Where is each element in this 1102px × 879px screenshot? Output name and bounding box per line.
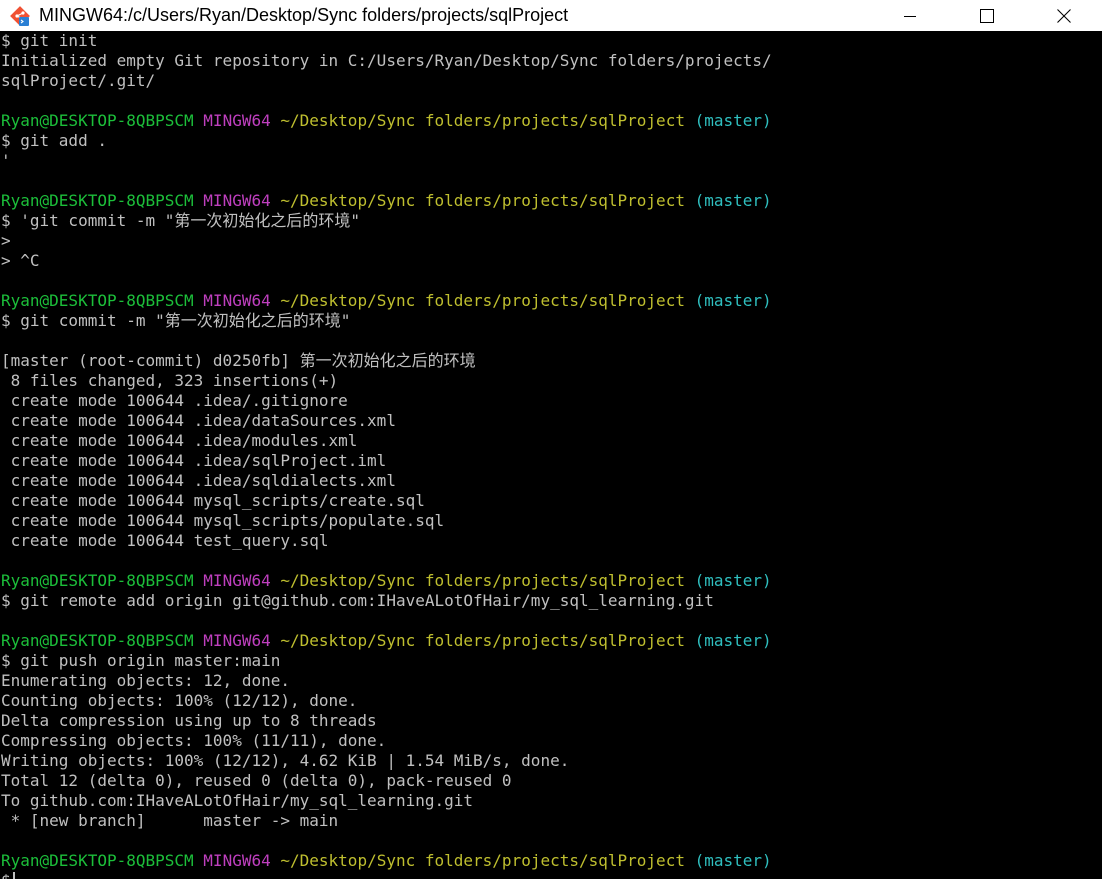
output-line: ' xyxy=(1,151,11,170)
git-bash-icon xyxy=(10,5,30,26)
output-line: Writing objects: 100% (12/12), 4.62 KiB … xyxy=(1,751,570,770)
title-bar[interactable]: MINGW64:/c/Users/Ryan/Desktop/Sync folde… xyxy=(0,0,1102,31)
prompt-path: ~/Desktop/Sync folders/projects/sqlProje… xyxy=(280,851,685,870)
prompt-line: Ryan@DESKTOP-8QBPSCM MINGW64 ~/Desktop/S… xyxy=(0,111,1102,131)
output-line: create mode 100644 .idea/sqldialects.xml xyxy=(1,471,396,490)
input-line[interactable]: $ xyxy=(0,871,1102,879)
maximize-button[interactable] xyxy=(948,0,1025,31)
output-line: > xyxy=(1,231,11,250)
prompt-path: ~/Desktop/Sync folders/projects/sqlProje… xyxy=(280,291,685,310)
prompt-system: MINGW64 xyxy=(203,291,271,310)
output-line: Initialized empty Git repository in C:/U… xyxy=(1,51,772,70)
prompt-line: Ryan@DESKTOP-8QBPSCM MINGW64 ~/Desktop/S… xyxy=(0,291,1102,311)
output-line: $ 'git commit -m "第一次初始化之后的环境" xyxy=(1,211,361,230)
prompt-path: ~/Desktop/Sync folders/projects/sqlProje… xyxy=(280,571,685,590)
prompt-system: MINGW64 xyxy=(203,571,271,590)
prompt-system: MINGW64 xyxy=(203,111,271,130)
terminal-output[interactable]: $ git init Initialized empty Git reposito… xyxy=(0,31,1102,879)
output-line: create mode 100644 .idea/sqlProject.iml xyxy=(1,451,387,470)
close-button[interactable] xyxy=(1025,0,1102,31)
prompt-line: Ryan@DESKTOP-8QBPSCM MINGW64 ~/Desktop/S… xyxy=(0,851,1102,871)
output-line: Counting objects: 100% (12/12), done. xyxy=(1,691,358,710)
output-line: $ git remote add origin git@github.com:I… xyxy=(1,591,714,610)
prompt-branch: (master) xyxy=(694,631,772,650)
output-line: $ git init xyxy=(1,31,98,50)
prompt-symbol: $ xyxy=(1,871,11,879)
prompt-system: MINGW64 xyxy=(203,851,271,870)
output-line: Enumerating objects: 12, done. xyxy=(1,671,290,690)
window-title: MINGW64:/c/Users/Ryan/Desktop/Sync folde… xyxy=(39,5,569,25)
output-line: create mode 100644 .idea/modules.xml xyxy=(1,431,358,450)
prompt-user-host: Ryan@DESKTOP-8QBPSCM xyxy=(1,191,194,210)
prompt-user-host: Ryan@DESKTOP-8QBPSCM xyxy=(1,631,194,650)
prompt-system: MINGW64 xyxy=(203,631,271,650)
output-line: $ git push origin master:main xyxy=(1,651,281,670)
output-line: create mode 100644 .idea/.gitignore xyxy=(1,391,348,410)
output-line: sqlProject/.git/ xyxy=(1,71,156,90)
prompt-user-host: Ryan@DESKTOP-8QBPSCM xyxy=(1,111,194,130)
output-line: Compressing objects: 100% (11/11), done. xyxy=(1,731,387,750)
output-line: Delta compression using up to 8 threads xyxy=(1,711,377,730)
prompt-path: ~/Desktop/Sync folders/projects/sqlProje… xyxy=(280,631,685,650)
output-line: 8 files changed, 323 insertions(+) xyxy=(1,371,339,390)
text-cursor xyxy=(12,872,15,879)
prompt-branch: (master) xyxy=(694,191,772,210)
prompt-path: ~/Desktop/Sync folders/projects/sqlProje… xyxy=(280,191,685,210)
output-line: $ git commit -m "第一次初始化之后的环境" xyxy=(1,311,351,330)
output-line: $ git add . xyxy=(1,131,107,150)
terminal-window: MINGW64:/c/Users/Ryan/Desktop/Sync folde… xyxy=(0,0,1102,879)
window-controls xyxy=(871,0,1102,31)
maximize-icon xyxy=(979,8,994,23)
output-line: Total 12 (delta 0), reused 0 (delta 0), … xyxy=(1,771,512,790)
output-line: To github.com:IHaveALotOfHair/my_sql_lea… xyxy=(1,791,474,810)
prompt-line: Ryan@DESKTOP-8QBPSCM MINGW64 ~/Desktop/S… xyxy=(0,571,1102,591)
prompt-branch: (master) xyxy=(694,111,772,130)
prompt-line: Ryan@DESKTOP-8QBPSCM MINGW64 ~/Desktop/S… xyxy=(0,631,1102,651)
prompt-system: MINGW64 xyxy=(203,191,271,210)
prompt-branch: (master) xyxy=(694,291,772,310)
prompt-user-host: Ryan@DESKTOP-8QBPSCM xyxy=(1,291,194,310)
minimize-button[interactable] xyxy=(871,0,948,31)
prompt-user-host: Ryan@DESKTOP-8QBPSCM xyxy=(1,571,194,590)
output-line: create mode 100644 mysql_scripts/create.… xyxy=(1,491,425,510)
prompt-branch: (master) xyxy=(694,851,772,870)
prompt-line: Ryan@DESKTOP-8QBPSCM MINGW64 ~/Desktop/S… xyxy=(0,191,1102,211)
prompt-branch: (master) xyxy=(694,571,772,590)
prompt-user-host: Ryan@DESKTOP-8QBPSCM xyxy=(1,851,194,870)
output-line: * [new branch] master -> main xyxy=(1,811,339,830)
output-line: create mode 100644 test_query.sql xyxy=(1,531,329,550)
output-line: create mode 100644 .idea/dataSources.xml xyxy=(1,411,396,430)
minimize-icon xyxy=(903,15,916,17)
output-line: [master (root-commit) d0250fb] 第一次初始化之后的… xyxy=(1,351,476,370)
output-line: > ^C xyxy=(1,251,40,270)
close-icon xyxy=(1056,8,1071,23)
prompt-path: ~/Desktop/Sync folders/projects/sqlProje… xyxy=(280,111,685,130)
output-line: create mode 100644 mysql_scripts/populat… xyxy=(1,511,445,530)
